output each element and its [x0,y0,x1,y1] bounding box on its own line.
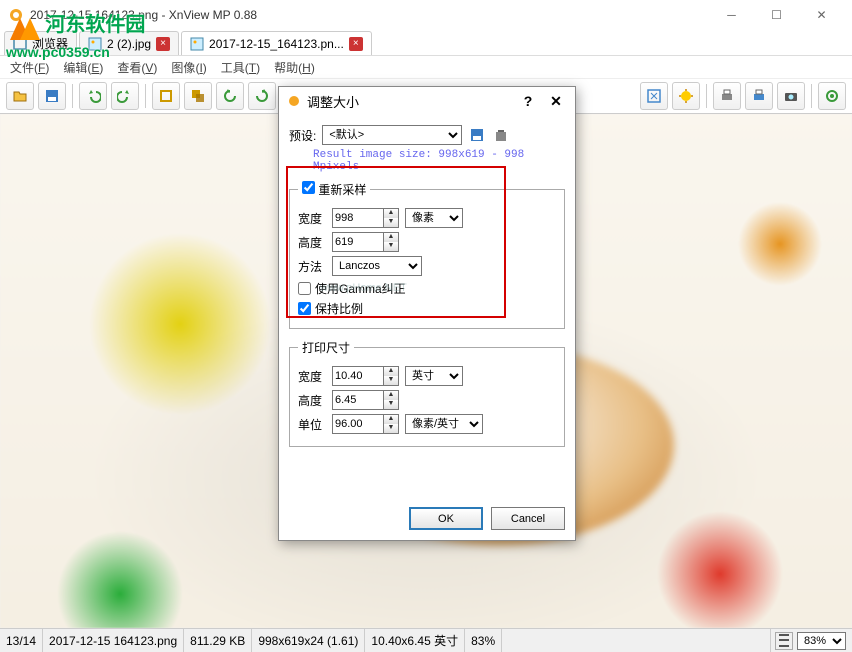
print-width-label: 宽度 [298,368,326,385]
menu-image[interactable]: 图像(I) [165,57,212,78]
unit-unit-select[interactable]: 像素/英寸 [405,414,483,434]
inner-watermark: www.pHome.NET [320,282,407,294]
print-width-unit[interactable]: 英寸 [405,366,463,386]
image-icon [190,37,204,51]
ok-button[interactable]: OK [409,507,483,530]
crop-button[interactable] [152,82,180,110]
status-zoom: 83% [465,629,502,652]
preset-select[interactable]: <默认> [322,125,462,145]
zoom-select[interactable]: 83% [797,632,846,650]
adjust-button[interactable] [672,82,700,110]
window-close-button[interactable]: ✕ [799,0,844,30]
camera-button[interactable] [777,82,805,110]
save-preset-button[interactable] [468,126,486,144]
tab-label: 2017-12-15_164123.pn... [209,37,344,51]
height-spinner[interactable]: ▲▼ [384,232,399,252]
site-watermark: 河东软件园 www.pc0359.cn [6,8,145,62]
status-dimensions: 998x619x24 (1.61) [252,629,365,652]
method-select[interactable]: Lanczos [332,256,422,276]
print-size-group: 打印尺寸 宽度 ▲▼ 英寸 高度 ▲▼ 单位 ▲▼ 像素/英寸 [289,339,565,447]
unit-spinner[interactable]: ▲▼ [384,414,399,434]
status-menu-button[interactable] [775,632,793,650]
width-unit-select[interactable]: 像素 [405,208,463,228]
separator [72,84,73,108]
status-print-size: 10.40x6.45 英寸 [365,629,465,652]
unit-input[interactable] [332,414,384,434]
undo-button[interactable] [79,82,107,110]
resample-checkbox[interactable] [302,181,315,194]
separator [145,84,146,108]
status-index: 13/14 [0,629,43,652]
print-width-spinner[interactable]: ▲▼ [384,366,399,386]
dialog-close-button[interactable]: ✕ [545,93,567,110]
print-button[interactable] [713,82,741,110]
separator [706,84,707,108]
delete-preset-button[interactable] [492,126,510,144]
ratio-checkbox[interactable] [298,302,311,315]
result-size-text: Result image size: 998x619 - 998 Mpixels [313,149,565,173]
close-icon[interactable]: × [349,37,363,51]
menu-help[interactable]: 帮助(H) [268,57,321,78]
status-filesize: 811.29 KB [184,629,252,652]
maximize-button[interactable]: ☐ [754,0,799,30]
ratio-label: 保持比例 [315,300,363,317]
tab-image-2[interactable]: 2017-12-15_164123.pn... × [181,31,372,55]
separator [811,84,812,108]
dialog-title: 调整大小 [307,92,511,111]
print-height-spinner[interactable]: ▲▼ [384,390,399,410]
rotate-cw-button[interactable] [248,82,276,110]
width-spinner[interactable]: ▲▼ [384,208,399,228]
resize-dialog: 调整大小 ? ✕ 预设: <默认> Result image size: 998… [278,86,576,541]
dialog-icon [287,94,301,108]
preset-label: 预设: [289,127,316,144]
print-width-input[interactable] [332,366,384,386]
save-button[interactable] [38,82,66,110]
close-icon[interactable]: × [156,37,170,51]
cancel-button[interactable]: Cancel [491,507,565,530]
crop-ratio-button[interactable] [184,82,212,110]
status-bar: 13/14 2017-12-15 164123.png 811.29 KB 99… [0,628,852,652]
width-input[interactable] [332,208,384,228]
print-preview-button[interactable] [745,82,773,110]
minimize-button[interactable]: ─ [709,0,754,30]
help-button[interactable]: ? [517,93,539,109]
watermark-url: www.pc0359.cn [6,44,145,60]
unit-label: 单位 [298,416,326,433]
rotate-ccw-button[interactable] [216,82,244,110]
dialog-titlebar[interactable]: 调整大小 ? ✕ [279,87,575,115]
print-height-label: 高度 [298,392,326,409]
status-filename: 2017-12-15 164123.png [43,629,184,652]
menu-tools[interactable]: 工具(T) [215,57,266,78]
method-label: 方法 [298,258,326,275]
resample-group: 重新采样 宽度 ▲▼ 像素 高度 ▲▼ 方法 Lanczos 使用Gamma纠正… [289,181,565,329]
redo-button[interactable] [111,82,139,110]
print-height-input[interactable] [332,390,384,410]
height-input[interactable] [332,232,384,252]
gamma-checkbox[interactable] [298,282,311,295]
height-label: 高度 [298,234,326,251]
resize-button[interactable] [640,82,668,110]
width-label: 宽度 [298,210,326,227]
watermark-title: 河东软件园 [45,14,145,36]
settings-button[interactable] [818,82,846,110]
open-button[interactable] [6,82,34,110]
